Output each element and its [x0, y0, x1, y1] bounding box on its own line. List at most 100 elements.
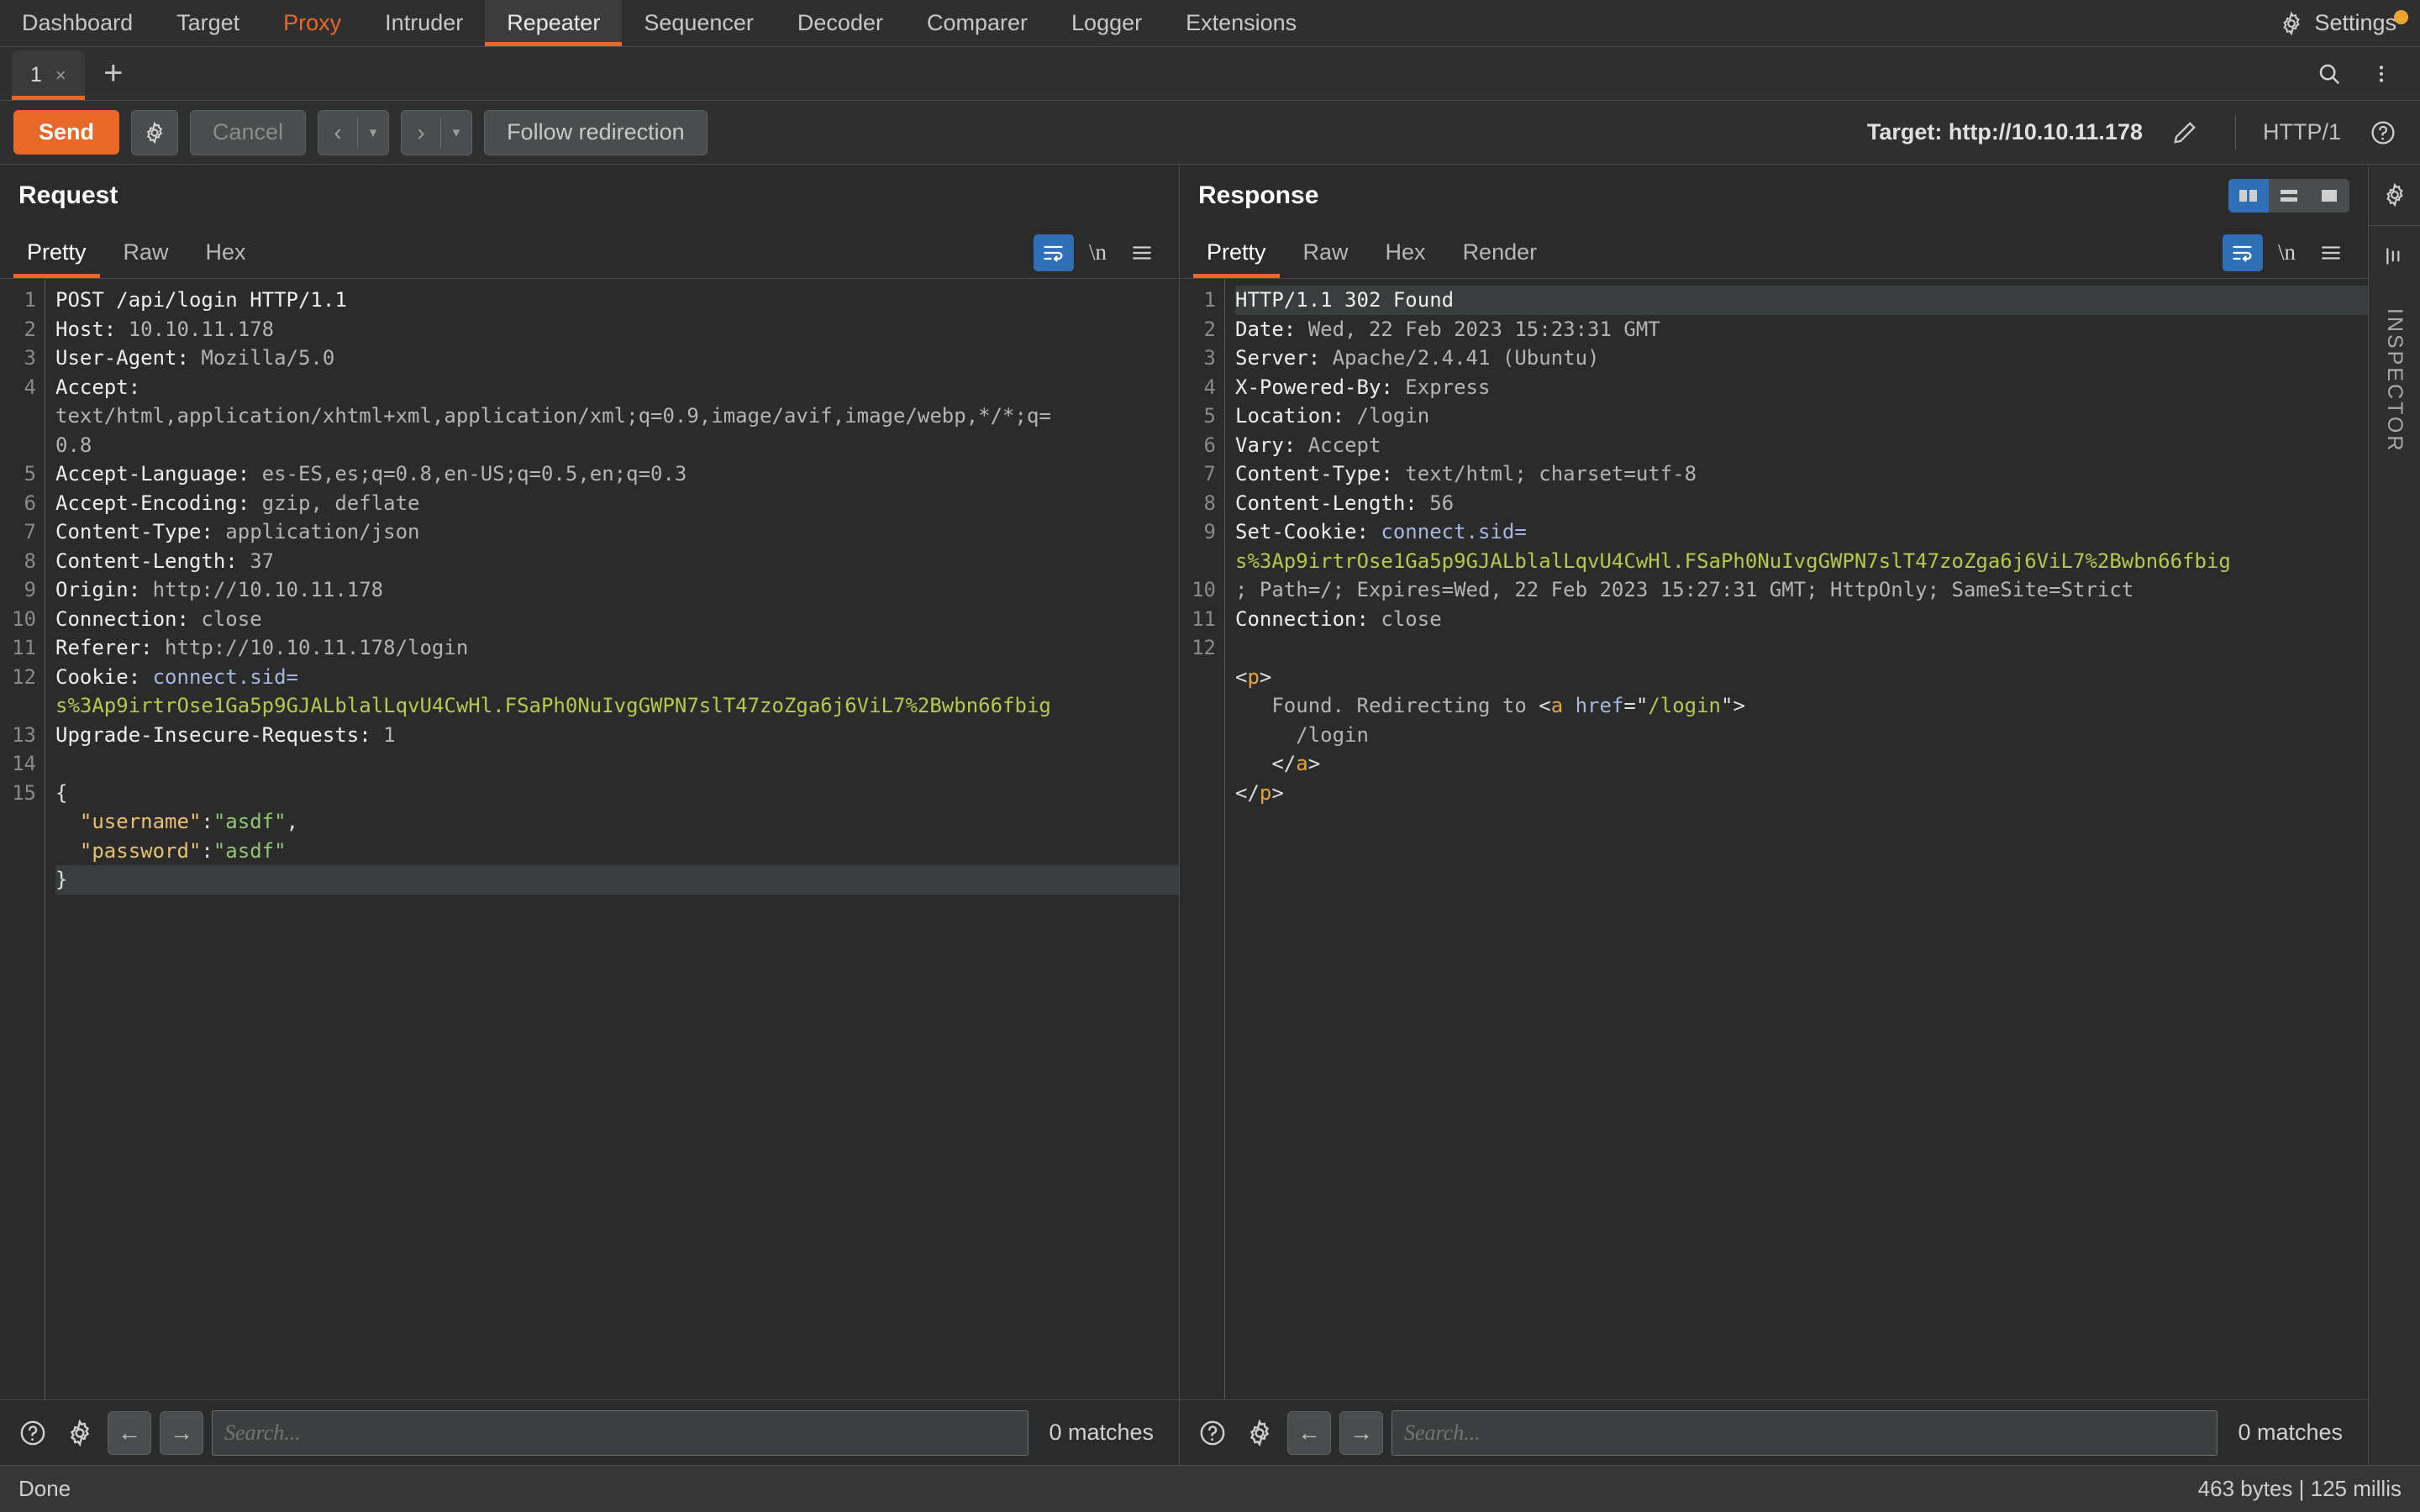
code-line: Connection: close — [1235, 605, 2368, 634]
response-tab-render[interactable]: Render — [1444, 227, 1556, 278]
response-tab-hex[interactable]: Hex — [1367, 227, 1444, 278]
nav-item-sequencer[interactable]: Sequencer — [622, 0, 776, 46]
code-line: ; Path=/; Expires=Wed, 22 Feb 2023 15:27… — [1235, 575, 2368, 605]
kebab-menu-icon[interactable] — [2358, 50, 2405, 97]
code-line: text/html,application/xhtml+xml,applicat… — [55, 402, 1179, 431]
back-history-button[interactable]: ‹ ▾ — [318, 109, 390, 155]
close-icon[interactable]: × — [55, 65, 66, 87]
send-button[interactable]: Send — [13, 110, 120, 155]
nav-item-proxy[interactable]: Proxy — [261, 0, 363, 46]
nav-item-intruder[interactable]: Intruder — [363, 0, 485, 46]
nav-item-extensions[interactable]: Extensions — [1164, 0, 1318, 46]
code-token: application/json — [225, 520, 420, 543]
split-vertical-icon[interactable] — [2228, 179, 2269, 213]
cancel-button[interactable]: Cancel — [190, 109, 307, 155]
code-token: User-Agent: — [55, 346, 202, 370]
newline-toggle[interactable]: \n — [1089, 239, 1107, 265]
search-next-button[interactable]: → — [160, 1410, 203, 1455]
repeater-tab-1[interactable]: 1 × — [12, 50, 85, 100]
line-number: 13 — [12, 722, 36, 747]
code-token: "username" — [79, 810, 202, 833]
response-search-input[interactable] — [1392, 1410, 2218, 1456]
gear-icon[interactable] — [60, 1414, 99, 1452]
code-line: Content-Type: application/json — [55, 517, 1179, 547]
code-token: es-ES,es;q=0.8,en-US;q=0.5,en;q=0.3 — [261, 462, 687, 486]
nav-item-dashboard[interactable]: Dashboard — [0, 0, 155, 46]
code-line: Cookie: connect.sid= — [55, 663, 1179, 692]
gear-icon[interactable] — [2382, 165, 2407, 225]
code-token: Location: — [1235, 404, 1357, 428]
nav-item-repeater[interactable]: Repeater — [485, 0, 623, 46]
line-number: 2 — [1203, 317, 1216, 341]
search-icon[interactable] — [2306, 50, 2353, 97]
response-title: Response — [1198, 181, 1319, 209]
chevron-down-icon[interactable]: ▾ — [441, 111, 471, 155]
response-tab-raw[interactable]: Raw — [1285, 227, 1367, 278]
search-previous-button[interactable]: ← — [108, 1410, 151, 1455]
line-number: 6 — [1203, 433, 1216, 457]
code-token: HTTP/1.1 302 Found — [1235, 288, 1455, 312]
hamburger-menu-icon[interactable] — [1122, 234, 1162, 271]
request-tab-pretty[interactable]: Pretty — [8, 227, 105, 278]
code-token: "password" — [79, 838, 202, 863]
request-view-tabs: Pretty Raw Hex \n — [0, 227, 1179, 279]
request-body-text[interactable]: POST /api/login HTTP/1.1 Host: 10.10.11.1… — [45, 279, 1179, 1399]
chevron-down-icon[interactable]: ▾ — [358, 111, 388, 155]
word-wrap-icon[interactable] — [1033, 234, 1074, 271]
request-editor[interactable]: 1 2 3 4 5 6 7 8 9 10 11 12 13 14 15 POST /api/login HT… — [0, 279, 1179, 1399]
search-next-button[interactable]: → — [1339, 1410, 1383, 1455]
code-line: Content-Type: text/html; charset=utf-8 — [1235, 459, 2368, 489]
gear-icon — [2279, 11, 2304, 36]
newline-toggle[interactable]: \n — [2278, 239, 2296, 265]
code-line: Accept-Encoding: gzip, deflate — [55, 489, 1179, 518]
response-editor[interactable]: 1 2 3 4 5 6 7 8 9 10 11 12 HTTP/1.1 302 Found Date: … — [1180, 279, 2368, 1399]
code-token: } — [55, 868, 68, 891]
response-tab-pretty[interactable]: Pretty — [1188, 227, 1285, 278]
request-tab-hex[interactable]: Hex — [187, 227, 265, 278]
settings-button[interactable]: Settings — [2264, 0, 2420, 46]
request-search-input[interactable] — [212, 1410, 1029, 1456]
hamburger-menu-icon[interactable] — [2311, 234, 2351, 271]
code-token: Accept-Encoding: — [55, 491, 262, 515]
code-token: Upgrade-Insecure-Requests: — [55, 722, 384, 747]
request-tab-raw[interactable]: Raw — [105, 227, 187, 278]
search-previous-button[interactable]: ← — [1287, 1410, 1331, 1455]
forward-arrow-icon[interactable]: › — [402, 111, 440, 155]
panel-layout-icon[interactable] — [2382, 226, 2407, 286]
gear-icon[interactable] — [1240, 1414, 1279, 1452]
code-token: ; Path=/; Expires=Wed, 22 Feb 2023 15:27… — [1235, 578, 2134, 601]
code-token: /login — [1648, 694, 1722, 717]
nav-item-target[interactable]: Target — [155, 0, 261, 46]
split-horizontal-icon[interactable] — [2269, 179, 2309, 213]
settings-notification-badge — [2394, 10, 2408, 24]
follow-redirection-button[interactable]: Follow redirection — [484, 109, 708, 155]
code-token: "asdf" — [213, 810, 287, 833]
help-circle-icon[interactable] — [1193, 1414, 1232, 1452]
help-circle-icon[interactable] — [13, 1414, 52, 1452]
code-token: connect.sid= — [1381, 520, 1527, 543]
code-token: : — [201, 810, 213, 833]
add-tab-button[interactable]: + — [85, 47, 142, 100]
back-arrow-icon[interactable]: ‹ — [318, 111, 357, 155]
forward-history-button[interactable]: › ▾ — [401, 109, 473, 155]
request-settings-button[interactable] — [131, 109, 179, 155]
code-token: Set-Cookie: — [1235, 520, 1381, 543]
single-pane-icon[interactable] — [2309, 179, 2349, 213]
response-body-text[interactable]: HTTP/1.1 302 Found Date: Wed, 22 Feb 2023… — [1225, 279, 2368, 1399]
nav-item-decoder[interactable]: Decoder — [776, 0, 905, 46]
code-line: X-Powered-By: Express — [1235, 373, 2368, 402]
nav-item-logger[interactable]: Logger — [1050, 0, 1164, 46]
line-number: 4 — [1203, 375, 1216, 399]
word-wrap-icon[interactable] — [2222, 234, 2263, 271]
pencil-icon[interactable] — [2161, 109, 2208, 156]
nav-item-comparer[interactable]: Comparer — [905, 0, 1050, 46]
line-number: 5 — [24, 462, 36, 486]
line-number — [1180, 691, 1216, 721]
code-line: 0.8 — [55, 431, 1179, 460]
code-line: Connection: close — [55, 605, 1179, 634]
code-token: /login — [1356, 404, 1430, 428]
help-circle-icon[interactable] — [2360, 109, 2407, 156]
